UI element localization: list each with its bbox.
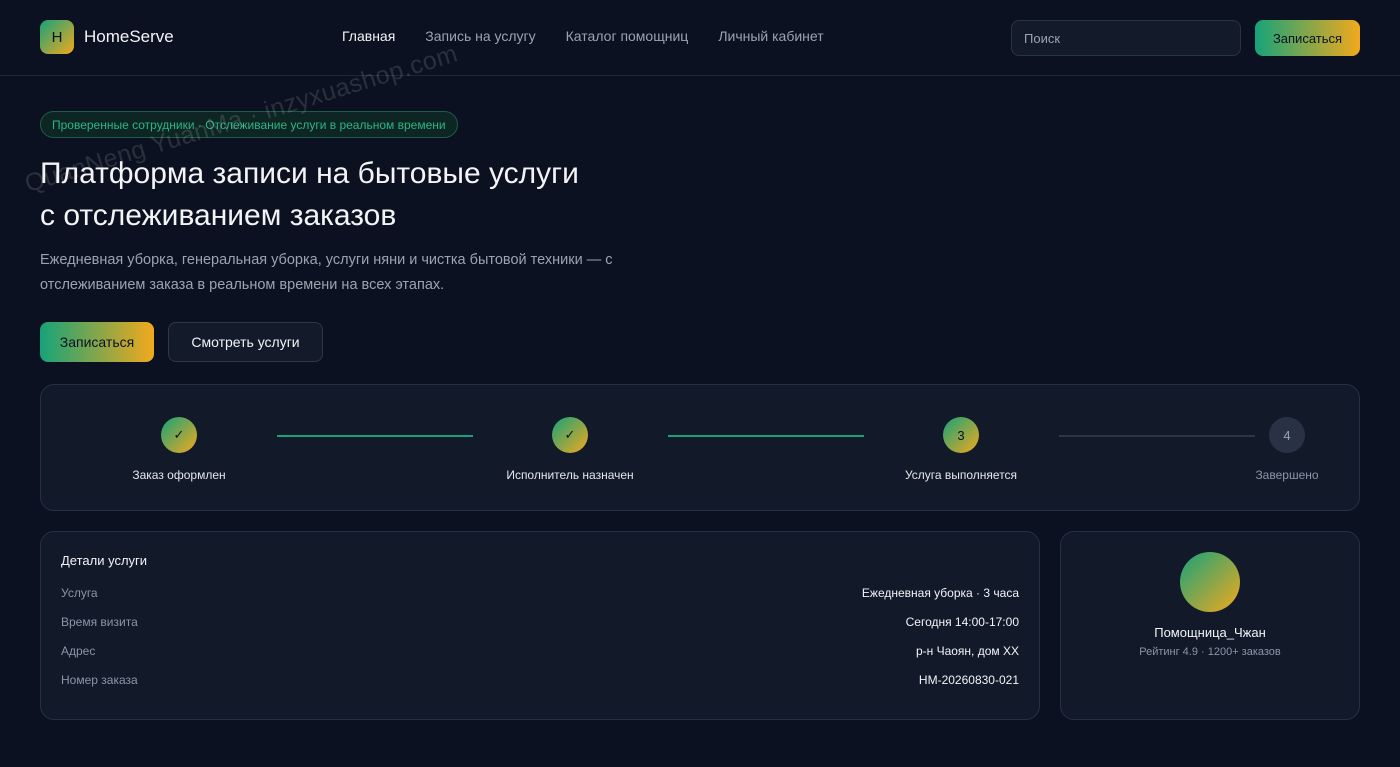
progress-step-completed: 4 Завершено: [1197, 417, 1377, 482]
avatar: [1180, 552, 1240, 612]
hero-description-line-2: отслеживанием заказа в реальном времени …: [40, 277, 445, 293]
nav-link-home[interactable]: Главная: [342, 28, 395, 44]
hero-description: Ежедневная уборка, генеральная уборка, у…: [40, 248, 660, 298]
header-signup-button[interactable]: Записаться: [1255, 20, 1360, 56]
detail-row-order-number: Номер заказа HM-20260830-021: [61, 665, 1019, 694]
detail-row-visit-time: Время визита Сегодня 14:00-17:00: [61, 607, 1019, 636]
progress-step-label: Услуга выполняется: [904, 468, 1018, 482]
helper-name: Помощница_Чжан: [1154, 625, 1266, 640]
detail-key: Номер заказа: [61, 672, 138, 687]
order-progress-tracker: ✓ Заказ оформлен ✓ Исполнитель назначен …: [40, 384, 1360, 511]
step-number: 4: [1269, 417, 1305, 453]
detail-key: Адрес: [61, 643, 96, 658]
check-icon: ✓: [552, 417, 588, 453]
brand-name: HomeServe: [84, 27, 174, 46]
view-services-button[interactable]: Смотреть услуги: [168, 322, 323, 362]
detail-row-service: Услуга Ежедневная уборка · 3 часа: [61, 578, 1019, 607]
page-title-line-2: с отслеживанием заказов: [40, 199, 397, 232]
hero-signup-button[interactable]: Записаться: [40, 322, 154, 362]
main-nav: Главная Запись на услугу Каталог помощни…: [342, 28, 824, 44]
helper-rating: Рейтинг 4.9 · 1200+ заказов: [1139, 646, 1281, 658]
service-details-card: Детали услуги Услуга Ежедневная уборка ·…: [40, 531, 1040, 720]
step-number: 3: [943, 417, 979, 453]
detail-row-address: Адрес р-н Чаоян, дом XX: [61, 636, 1019, 665]
detail-key: Время визита: [61, 614, 138, 629]
detail-key: Услуга: [61, 585, 98, 600]
nav-link-booking[interactable]: Запись на услугу: [425, 28, 535, 44]
progress-step-assigned: ✓ Исполнитель назначен: [480, 417, 660, 482]
logo-mark-icon: H: [40, 20, 74, 54]
detail-value: Сегодня 14:00-17:00: [905, 614, 1019, 629]
progress-step-order-placed: ✓ Заказ оформлен: [89, 417, 269, 482]
page-title: Платформа записи на бытовые услуги с отс…: [40, 153, 680, 237]
trust-badge: Проверенные сотрудники · Отслеживание ус…: [40, 111, 458, 138]
detail-value: р-н Чаоян, дом XX: [915, 643, 1019, 658]
progress-step-label: Исполнитель назначен: [506, 468, 634, 482]
nav-link-account[interactable]: Личный кабинет: [718, 28, 823, 44]
service-details-title: Детали услуги: [61, 553, 148, 568]
helper-card[interactable]: Помощница_Чжан Рейтинг 4.9 · 1200+ заказ…: [1060, 531, 1360, 720]
hero-description-line-1: Ежедневная уборка, генеральная уборка, у…: [40, 252, 613, 268]
detail-value: Ежедневная уборка · 3 часа: [861, 585, 1019, 600]
page-title-line-1: Платформа записи на бытовые услуги: [40, 157, 579, 190]
brand-logo[interactable]: H HomeServe: [40, 20, 174, 54]
progress-connector-2: [668, 435, 864, 437]
top-header: H HomeServe Главная Запись на услугу Кат…: [0, 0, 1400, 76]
progress-connector-1: [277, 435, 473, 437]
search-input[interactable]: [1011, 20, 1241, 56]
hero-actions: Записаться Смотреть услуги: [40, 322, 323, 362]
check-icon: ✓: [161, 417, 197, 453]
progress-step-label: Заказ оформлен: [132, 468, 226, 482]
progress-step-label: Завершено: [1255, 468, 1319, 482]
progress-step-in-progress: 3 Услуга выполняется: [871, 417, 1051, 482]
detail-value: HM-20260830-021: [918, 672, 1019, 687]
nav-link-helpers-catalog[interactable]: Каталог помощниц: [566, 28, 689, 44]
